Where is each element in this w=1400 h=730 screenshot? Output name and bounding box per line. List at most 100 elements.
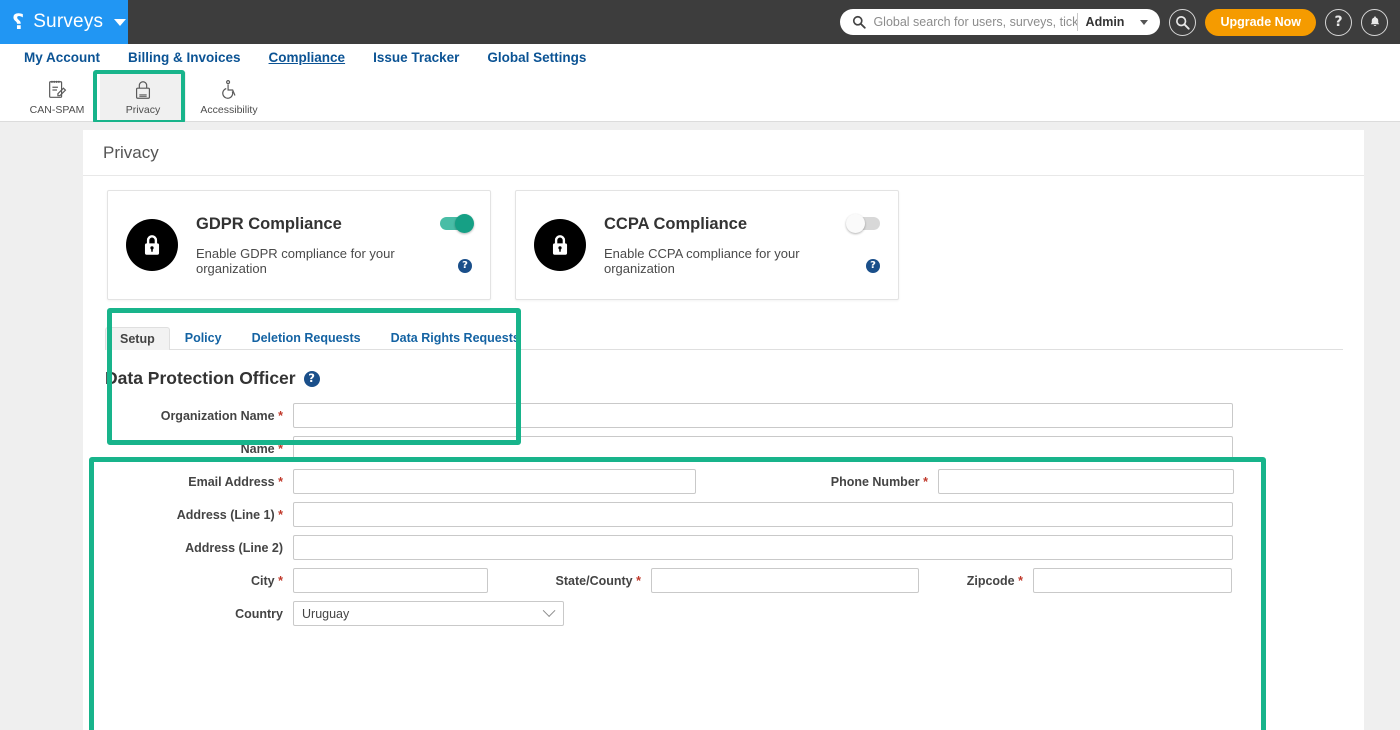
ccpa-help-icon[interactable]: ? (866, 259, 880, 273)
ccpa-compliance-card: CCPA Compliance Enable CCPA compliance f… (515, 190, 899, 300)
content-panel: Privacy GDPR Compliance Enable GDPR comp… (83, 130, 1364, 730)
address-line-2-input[interactable] (293, 535, 1233, 560)
ccpa-card-subtitle: Enable CCPA compliance for your organiza… (604, 245, 800, 276)
state-county-label: State/County * (555, 573, 641, 588)
ccpa-card-title: CCPA Compliance (604, 214, 748, 233)
tab-setup[interactable]: Setup (105, 326, 170, 350)
global-search[interactable]: Admin (840, 9, 1161, 35)
sub-navigation: CAN-SPAM Privacy Accessibility (0, 70, 1400, 124)
section-title-label: Data Protection Officer (105, 368, 296, 388)
form-row-email-phone: Email Address * Phone Number * (105, 469, 1364, 494)
tab-data-rights-requests[interactable]: Data Rights Requests (376, 326, 535, 350)
gdpr-toggle[interactable] (440, 214, 474, 233)
top-bar: ? Surveys Admin Upgrade Now ? (0, 0, 1400, 44)
main-navigation: My Account Billing & Invoices Compliance… (0, 44, 1400, 72)
chevron-down-icon (542, 604, 556, 618)
ccpa-toggle[interactable] (846, 214, 880, 233)
notifications-button[interactable] (1361, 8, 1388, 36)
ccpa-card-body: CCPA Compliance Enable CCPA compliance f… (604, 215, 848, 276)
upgrade-now-button[interactable]: Upgrade Now (1205, 8, 1316, 36)
data-protection-officer-heading: Data Protection Officer ? (105, 368, 1364, 389)
required-marker: * (278, 408, 283, 423)
country-select[interactable]: Uruguay (293, 601, 564, 626)
subnav-label: CAN-SPAM (29, 103, 85, 116)
product-switcher[interactable]: ? Surveys (0, 0, 128, 44)
notepad-pencil-icon (46, 78, 68, 102)
email-address-input[interactable] (293, 469, 696, 494)
nav-item-my-account[interactable]: My Account (10, 44, 114, 72)
form-row-country: Country Uruguay (105, 601, 1364, 626)
bell-icon (1370, 16, 1379, 26)
zipcode-label: Zipcode * (966, 573, 1023, 588)
email-address-label: Email Address * (188, 474, 283, 489)
state-county-input[interactable] (651, 568, 919, 593)
chevron-down-icon (114, 18, 127, 26)
gdpr-card-subtitle: Enable GDPR compliance for your organiza… (196, 245, 395, 276)
country-label: Country (235, 606, 283, 621)
padlock-icon (126, 219, 178, 271)
city-input[interactable] (293, 568, 488, 593)
page-title: Privacy (103, 142, 159, 162)
required-marker: * (636, 573, 641, 588)
required-marker: * (1018, 573, 1023, 588)
required-marker: * (278, 441, 283, 456)
name-input[interactable] (293, 436, 1233, 461)
gdpr-card-title: GDPR Compliance (196, 214, 342, 233)
search-input[interactable] (873, 15, 1077, 29)
name-label: Name * (240, 441, 283, 456)
question-mark-icon: ? (1334, 14, 1343, 30)
country-select-value: Uruguay (302, 606, 350, 621)
nav-item-compliance[interactable]: Compliance (255, 44, 360, 72)
required-marker: * (278, 474, 283, 489)
address-line-1-label: Address (Line 1) * (176, 507, 283, 522)
gdpr-card-controls: ? (440, 214, 474, 273)
tab-deletion-requests[interactable]: Deletion Requests (237, 326, 376, 350)
form-row-address-line-2: Address (Line 2) (105, 535, 1364, 560)
product-name-label: Surveys (33, 11, 104, 32)
subnav-item-accessibility[interactable]: Accessibility (186, 72, 272, 121)
subnav-item-can-spam[interactable]: CAN-SPAM (14, 72, 100, 121)
nav-item-global-settings[interactable]: Global Settings (473, 44, 600, 72)
organization-name-input[interactable] (293, 403, 1233, 428)
phone-number-label: Phone Number * (830, 474, 928, 489)
search-submit-button[interactable] (1169, 8, 1197, 36)
wheelchair-icon (218, 78, 240, 102)
padlock-icon (132, 78, 154, 102)
subnav-label: Accessibility (200, 103, 258, 116)
nav-item-billing-invoices[interactable]: Billing & Invoices (114, 44, 255, 72)
search-scope-chevron-down-icon[interactable] (1140, 19, 1149, 25)
dpo-form: Organization Name * Name * Email Address… (83, 403, 1364, 626)
search-icon (853, 15, 867, 29)
settings-tabs: Setup Policy Deletion Requests Data Righ… (105, 326, 1343, 350)
gdpr-card-body: GDPR Compliance Enable GDPR compliance f… (196, 215, 440, 276)
tab-policy[interactable]: Policy (170, 326, 237, 350)
required-marker: * (278, 573, 283, 588)
form-row-organization-name: Organization Name * (105, 403, 1364, 428)
gdpr-compliance-card: GDPR Compliance Enable GDPR compliance f… (107, 190, 491, 300)
proprofs-logo-icon: ? (12, 9, 25, 34)
subnav-item-privacy[interactable]: Privacy (100, 72, 186, 121)
search-scope-label: Admin (1085, 15, 1125, 29)
phone-number-input[interactable] (938, 469, 1234, 494)
toggle-knob (455, 214, 474, 233)
address-line-2-label: Address (Line 2) (185, 540, 283, 555)
help-button[interactable]: ? (1325, 8, 1352, 36)
form-row-address-line-1: Address (Line 1) * (105, 502, 1364, 527)
form-row-name: Name * (105, 436, 1364, 461)
top-bar-actions: Admin Upgrade Now ? (840, 0, 1388, 44)
zipcode-input[interactable] (1033, 568, 1232, 593)
dpo-help-icon[interactable]: ? (303, 370, 320, 387)
toggle-knob (846, 214, 865, 233)
required-marker: * (278, 507, 283, 522)
panel-header: Privacy (83, 130, 1364, 176)
organization-name-label: Organization Name * (160, 408, 283, 423)
ccpa-card-controls: ? (846, 214, 880, 273)
form-row-city-state-zip: City * State/County * Zipcode * (105, 568, 1364, 593)
compliance-cards: GDPR Compliance Enable GDPR compliance f… (83, 176, 1364, 300)
gdpr-help-icon[interactable]: ? (458, 259, 472, 273)
search-icon (1176, 15, 1191, 30)
nav-item-issue-tracker[interactable]: Issue Tracker (359, 44, 473, 72)
address-line-1-input[interactable] (293, 502, 1233, 527)
page-body: Privacy GDPR Compliance Enable GDPR comp… (0, 122, 1400, 730)
city-label: City * (251, 573, 283, 588)
